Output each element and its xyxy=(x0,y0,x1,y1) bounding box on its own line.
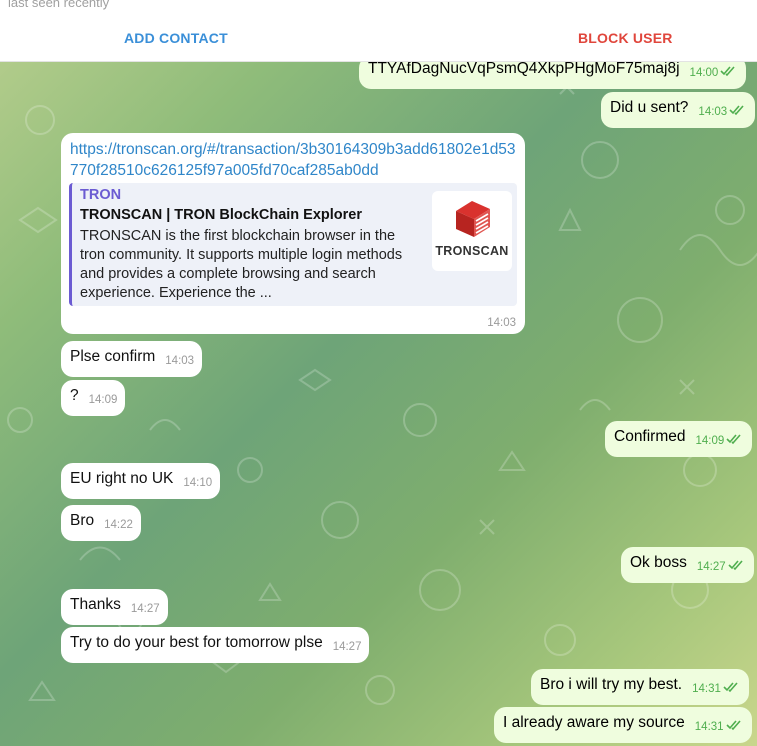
block-user-button[interactable]: BLOCK USER xyxy=(578,30,673,46)
preview-description: TRONSCAN is the first blockchain browser… xyxy=(80,228,403,301)
preview-thumbnail: TRONSCAN xyxy=(432,191,512,271)
message-time: 14:03 xyxy=(698,106,728,118)
message-bubble-outgoing[interactable]: Ok boss 14:27 xyxy=(621,547,754,583)
message-bubble-incoming[interactable]: Bro 14:22 xyxy=(61,505,141,541)
double-check-icon xyxy=(720,66,735,77)
link-preview[interactable]: TRON TRONSCAN | TRON BlockChain Explorer… xyxy=(69,183,517,306)
tronscan-logo-icon xyxy=(456,201,490,237)
message-bubble-incoming[interactable]: EU right no UK 14:10 xyxy=(61,463,221,499)
message-text: Did u sent? xyxy=(610,99,689,116)
message-text: Confirmed xyxy=(614,428,686,445)
message-time: 14:09 xyxy=(88,394,118,406)
message-time: 14:03 xyxy=(487,317,516,329)
message-time: 14:09 xyxy=(695,435,725,447)
message-bubble-outgoing[interactable]: Confirmed 14:09 xyxy=(605,421,753,457)
message-bubble-incoming[interactable]: ? 14:09 xyxy=(61,380,126,416)
transaction-link[interactable]: https://tronscan.org/#/transaction/3b301… xyxy=(70,139,516,181)
message-time: 14:27 xyxy=(332,641,362,653)
double-check-icon xyxy=(729,105,744,116)
message-time: 14:31 xyxy=(694,721,724,733)
double-check-icon xyxy=(726,434,741,445)
message-text: Plse confirm xyxy=(70,348,156,365)
link-message-bubble[interactable]: https://tronscan.org/#/transaction/3b301… xyxy=(61,133,525,334)
message-time: 14:10 xyxy=(183,477,213,489)
message-text: Bro i will try my best. xyxy=(540,676,683,693)
message-bubble-incoming[interactable]: Thanks 14:27 xyxy=(61,589,168,625)
message-time: 14:31 xyxy=(692,683,721,695)
message-bubble-outgoing[interactable]: I already aware my source 14:31 xyxy=(494,707,752,743)
message-bubble-outgoing[interactable]: Did u sent? 14:03 xyxy=(601,92,756,128)
tronscan-logo-text: TRONSCAN xyxy=(435,244,509,258)
message-text: Bro xyxy=(70,512,95,529)
message-bubble-incoming[interactable]: Try to do your best for tomorrow plse 14:… xyxy=(61,627,370,663)
chat-header: last seen recently ADD CONTACT BLOCK USE… xyxy=(0,0,757,62)
message-text: Ok boss xyxy=(630,554,687,571)
message-text: EU right no UK xyxy=(70,470,174,487)
message-bubble-incoming[interactable]: Plse confirm 14:03 xyxy=(61,341,203,377)
double-check-icon xyxy=(725,720,741,731)
message-time: 14:27 xyxy=(696,561,726,573)
message-time: 14:03 xyxy=(165,355,195,367)
last-seen-status: last seen recently xyxy=(8,0,110,10)
message-time: 14:22 xyxy=(104,519,133,531)
double-check-icon xyxy=(723,682,738,693)
message-text: Try to do your best for tomorrow plse xyxy=(70,634,323,651)
preview-site-name: TRON xyxy=(80,187,122,203)
message-time: 14:27 xyxy=(130,603,160,615)
add-contact-button[interactable]: ADD CONTACT xyxy=(124,30,228,46)
double-check-icon xyxy=(728,560,743,571)
message-bubble-outgoing[interactable]: Bro i will try my best. 14:31 xyxy=(531,669,749,705)
message-text: TTYAfDagNucVqPsmQ4XkpPHgMoF75maj8j xyxy=(368,60,680,77)
message-text: ? xyxy=(70,387,79,404)
message-time: 14:00 xyxy=(689,67,719,79)
message-text: Thanks xyxy=(70,596,121,613)
preview-title: TRONSCAN | TRON BlockChain Explorer xyxy=(80,207,363,223)
message-text: I already aware my source xyxy=(503,714,685,731)
